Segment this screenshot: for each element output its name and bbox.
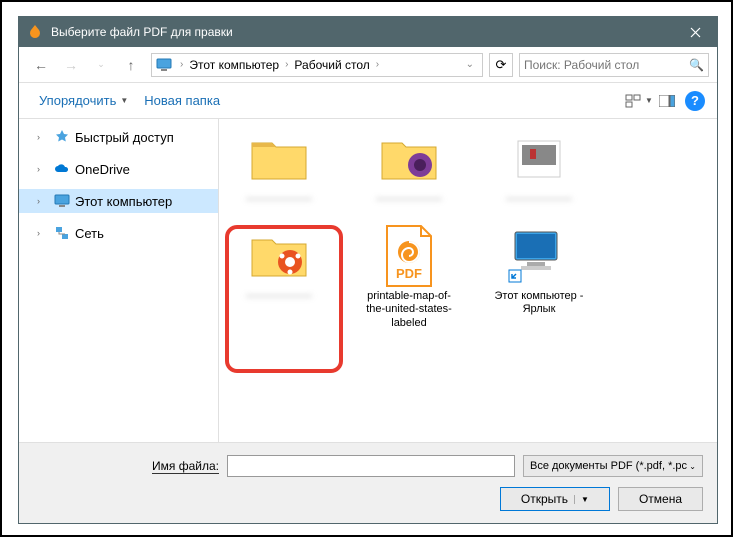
back-button[interactable]: ← [27,51,55,79]
up-button[interactable]: ↑ [117,51,145,79]
breadcrumb-item[interactable]: Этот компьютер [187,58,281,72]
breadcrumb-item[interactable]: Рабочий стол [292,58,371,72]
pdf-file-item[interactable]: PDF printable-map-of-the-united-states-l… [359,226,459,330]
app-icon [27,24,43,40]
chevron-right-icon: › [285,59,288,70]
tree-item-onedrive[interactable]: › OneDrive [19,157,218,181]
window-title: Выберите файл PDF для правки [51,25,673,39]
svg-text:PDF: PDF [396,266,422,281]
file-label: —————— [246,193,312,206]
tree-item-network[interactable]: › Сеть [19,221,218,245]
address-dropdown-icon[interactable]: ⌄ [466,59,474,70]
folder-item[interactable]: —————— [489,129,589,206]
pc-shortcut-icon [503,226,575,286]
expand-icon[interactable]: › [37,228,49,238]
titlebar: Выберите файл PDF для правки [19,17,717,47]
pdf-icon: PDF [373,226,445,286]
folder-icon [243,226,315,286]
caret-down-icon: ⌄ [689,462,696,471]
open-button[interactable]: Открыть ▼ [500,487,610,511]
cancel-button[interactable]: Отмена [618,487,703,511]
new-folder-button[interactable]: Новая папка [136,89,228,112]
caret-down-icon: ▼ [120,96,128,105]
folder-item[interactable]: —————— [229,129,329,206]
file-type-filter[interactable]: Все документы PDF (*.pdf, *.pc ⌄ [523,455,703,477]
shortcut-item[interactable]: Этот компьютер - Ярлык [489,226,589,330]
folder-item[interactable]: —————— [359,129,459,206]
tree-label: Этот компьютер [75,194,172,209]
file-label: printable-map-of-the-united-states-label… [359,290,459,330]
folder-icon [503,129,575,189]
folder-icon [243,129,315,189]
file-label: —————— [376,193,442,206]
bottom-panel: Имя файла: Все документы PDF (*.pdf, *.p… [19,442,717,523]
navigation-bar: ← → ⌄ ↑ › Этот компьютер › Рабочий стол … [19,47,717,83]
file-list[interactable]: —————— —————— —————— —————— [219,119,717,442]
refresh-button[interactable]: ⟳ [489,53,513,77]
pc-icon [53,192,71,210]
filename-label: Имя файла: [33,459,219,473]
chevron-right-icon: › [376,59,379,70]
expand-icon[interactable]: › [37,132,49,142]
file-label: Этот компьютер - Ярлык [489,290,589,316]
forward-button[interactable]: → [57,51,85,79]
help-button[interactable]: ? [685,91,705,111]
search-icon: 🔍 [689,58,704,72]
recent-dropdown[interactable]: ⌄ [87,51,115,79]
search-input[interactable] [524,58,685,72]
chevron-right-icon: › [180,59,183,70]
file-open-dialog: Выберите файл PDF для правки ← → ⌄ ↑ › Э… [18,16,718,524]
address-bar[interactable]: › Этот компьютер › Рабочий стол › ⌄ [151,53,483,77]
tree-item-this-pc[interactable]: › Этот компьютер [19,189,218,213]
cloud-icon [53,160,71,178]
expand-icon[interactable]: › [37,164,49,174]
view-options-button[interactable]: ▼ [625,89,653,113]
main-area: › Быстрый доступ › OneDrive › Э [19,119,717,442]
pc-icon [156,57,172,73]
tree-item-quick-access[interactable]: › Быстрый доступ [19,125,218,149]
tree-label: Сеть [75,226,104,241]
preview-pane-button[interactable] [653,89,681,113]
close-button[interactable] [673,17,717,47]
organize-button[interactable]: Упорядочить▼ [31,89,136,112]
network-icon [53,224,71,242]
folder-item[interactable]: —————— [229,226,329,330]
caret-down-icon: ▼ [574,495,589,504]
file-label: —————— [506,193,572,206]
expand-icon[interactable]: › [37,196,49,206]
tree-label: Быстрый доступ [75,130,174,145]
folder-icon [373,129,445,189]
filename-input[interactable] [227,455,515,477]
star-icon [53,128,71,146]
toolbar: Упорядочить▼ Новая папка ▼ ? [19,83,717,119]
search-box[interactable]: 🔍 [519,53,709,77]
tree-label: OneDrive [75,162,130,177]
file-label: —————— [246,290,312,303]
navigation-tree: › Быстрый доступ › OneDrive › Э [19,119,219,442]
